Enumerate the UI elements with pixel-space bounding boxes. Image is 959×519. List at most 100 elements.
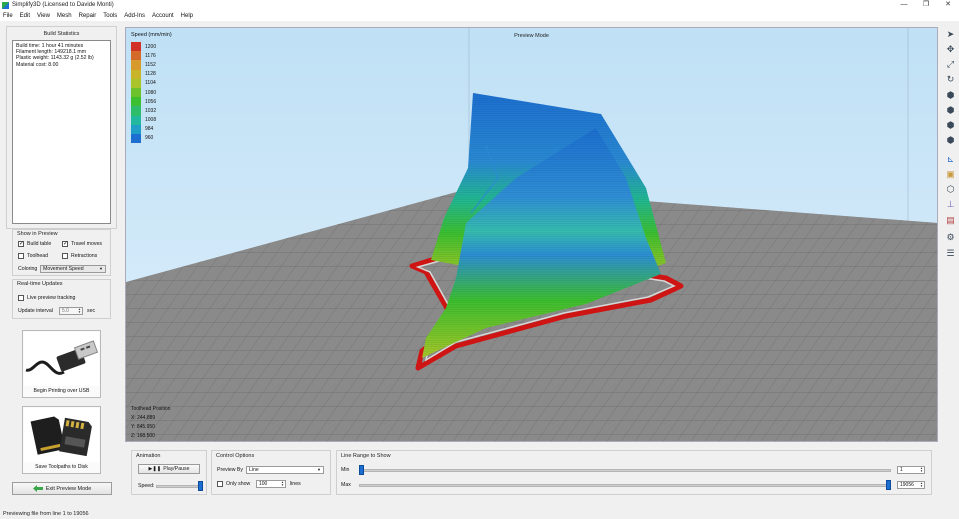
line-range-max-value: 19056 xyxy=(900,482,914,488)
travel-moves-checkbox[interactable] xyxy=(62,240,68,247)
build-statistics-title: Build Statistics xyxy=(43,31,80,37)
coloring-label: Coloring xyxy=(18,266,38,272)
wireframe-cube-icon[interactable]: ⬡ xyxy=(945,184,956,195)
status-bar: Previewing file from line 1 to 19056 xyxy=(0,509,959,519)
menu-mesh[interactable]: Mesh xyxy=(57,13,72,19)
save-toolpaths-button[interactable]: Save Toolpaths to Disk xyxy=(22,406,101,474)
select-arrow-icon[interactable]: ➤ xyxy=(945,29,956,40)
animation-title: Animation xyxy=(136,453,161,459)
coloring-select[interactable]: Movement Speed ▼ xyxy=(40,265,106,273)
menu-repair[interactable]: Repair xyxy=(79,13,97,19)
layers-icon[interactable]: ☰ xyxy=(945,248,956,259)
settings-gear-icon[interactable]: ⚙ xyxy=(945,232,956,243)
line-range-max-track[interactable] xyxy=(359,484,891,487)
spin-arrows-icon[interactable]: ▲ ▼ xyxy=(919,467,924,473)
view-front-icon[interactable]: ⬢ xyxy=(945,105,956,116)
live-tracking-checkbox[interactable] xyxy=(18,295,24,301)
realtime-updates-title: Real-time Updates xyxy=(17,281,63,287)
build-table-label: Build table xyxy=(27,241,52,247)
line-range-max-input[interactable]: 19056 ▲ ▼ xyxy=(897,481,925,489)
spin-arrows-icon[interactable]: ▲ ▼ xyxy=(77,308,82,314)
menu-bar: File Edit View Mesh Repair Tools Add-Ins… xyxy=(0,10,959,21)
legend-label: 1176 xyxy=(145,52,156,59)
only-show-checkbox[interactable] xyxy=(217,481,223,487)
right-toolbar: ➤ ✥ ⤢ ↻ ⬢ ⬢ ⬢ ⬢ ⊾ ▣ ⬡ ⊥ ▤ ⚙ ☰ xyxy=(942,27,959,267)
line-range-min-thumb[interactable] xyxy=(359,465,364,475)
legend-swatch xyxy=(131,51,141,61)
usb-cable-icon xyxy=(24,332,99,386)
tool-icon[interactable]: ▤ xyxy=(945,215,956,226)
retractions-checkbox[interactable] xyxy=(62,253,68,259)
legend-row: 984 xyxy=(131,124,156,134)
sd-card-icon xyxy=(24,408,99,462)
speed-legend: 1200 1176 1152 1128 1104 1080 1056 1032 1008 984 9… xyxy=(131,42,157,144)
menu-help[interactable]: Help xyxy=(181,13,193,19)
view-side-icon[interactable]: ⬢ xyxy=(945,135,956,146)
minimize-button[interactable]: — xyxy=(893,0,915,10)
move-icon[interactable]: ✥ xyxy=(945,44,956,55)
live-tracking-label: Live preview tracking xyxy=(27,295,76,301)
speed-slider-track[interactable] xyxy=(156,485,202,488)
spin-arrows-icon[interactable]: ▲ ▼ xyxy=(919,482,924,488)
preview-mode-title: Preview Mode xyxy=(514,33,549,39)
preview-by-select[interactable]: Line ▼ xyxy=(246,466,324,474)
cross-section-icon[interactable]: ⊥ xyxy=(945,199,956,210)
view-iso-icon[interactable]: ⬢ xyxy=(945,90,956,101)
menu-file[interactable]: File xyxy=(3,13,13,19)
legend-swatch xyxy=(131,42,141,52)
only-show-toggle[interactable]: Only show xyxy=(217,481,250,487)
legend-label: 960 xyxy=(145,135,154,142)
legend-label: 1152 xyxy=(145,61,156,68)
maximize-button[interactable]: ❐ xyxy=(915,0,937,10)
scale-icon[interactable]: ⤢ xyxy=(945,59,956,70)
axes-icon[interactable]: ⊾ xyxy=(945,154,956,165)
preview-viewport[interactable]: Preview Mode Speed (mm/min) 1200 1176 1152… xyxy=(125,27,938,442)
line-range-min-value: 1 xyxy=(900,467,903,473)
live-tracking-toggle[interactable]: Live preview tracking xyxy=(18,295,75,301)
travel-moves-toggle[interactable]: Travel moves xyxy=(62,240,102,247)
legend-label: 1200 xyxy=(145,43,157,50)
menu-view[interactable]: View xyxy=(37,13,50,19)
exit-preview-label: Exit Preview Mode xyxy=(45,485,92,492)
stat-material-cost: Material cost: 8.00 xyxy=(16,61,59,68)
menu-account[interactable]: Account xyxy=(152,13,174,19)
spin-arrows-icon[interactable]: ▲ ▼ xyxy=(280,481,285,487)
update-interval-input[interactable]: 5.0 ▲ ▼ xyxy=(59,307,83,315)
exit-preview-button[interactable]: Exit Preview Mode xyxy=(12,482,112,495)
close-button[interactable]: ✕ xyxy=(937,0,959,10)
toolhead-checkbox[interactable] xyxy=(18,253,24,259)
update-interval-label: Update interval xyxy=(18,308,53,314)
legend-row: 1152 xyxy=(131,60,156,70)
begin-printing-usb-button[interactable]: Begin Printing over USB xyxy=(22,330,101,398)
view-top-icon[interactable]: ⬢ xyxy=(945,120,956,131)
legend-swatch xyxy=(131,87,141,98)
menu-tools[interactable]: Tools xyxy=(103,13,117,19)
legend-label: 1008 xyxy=(145,117,157,124)
back-arrow-icon xyxy=(32,485,43,492)
play-pause-button[interactable]: ▶❚❚ Play/Pause xyxy=(138,464,200,474)
toolhead-x: X: 244.889 xyxy=(131,415,156,421)
only-show-label: Only show xyxy=(226,481,251,487)
toolhead-toggle[interactable]: Toolhead xyxy=(18,253,48,259)
build-table-checkbox[interactable] xyxy=(18,240,24,247)
only-show-value: 100 xyxy=(259,481,268,487)
build-table-toggle[interactable]: Build table xyxy=(18,240,52,247)
chevron-down-icon: ▼ xyxy=(99,266,103,271)
menu-add-ins[interactable]: Add-Ins xyxy=(124,13,145,19)
line-range-max-thumb[interactable] xyxy=(886,480,891,490)
line-range-min-input[interactable]: 1 ▲ ▼ xyxy=(897,466,925,474)
legend-swatch xyxy=(131,115,141,125)
only-show-input[interactable]: 100 ▲ ▼ xyxy=(256,480,286,488)
retractions-toggle[interactable]: Retractions xyxy=(62,253,97,259)
toolhead-y: Y: 845.950 xyxy=(131,424,155,430)
legend-swatch xyxy=(131,124,141,134)
menu-edit[interactable]: Edit xyxy=(20,13,30,19)
update-interval-value: 5.0 xyxy=(62,308,69,314)
rotate-icon[interactable]: ↻ xyxy=(945,74,956,85)
coloring-select-value: Movement Speed xyxy=(43,266,84,272)
line-range-min-track[interactable] xyxy=(359,469,891,472)
preview-by-value: Line xyxy=(249,467,259,473)
speed-slider-thumb[interactable] xyxy=(197,481,203,491)
legend-label: 984 xyxy=(145,126,154,133)
cube-icon[interactable]: ▣ xyxy=(945,169,956,180)
